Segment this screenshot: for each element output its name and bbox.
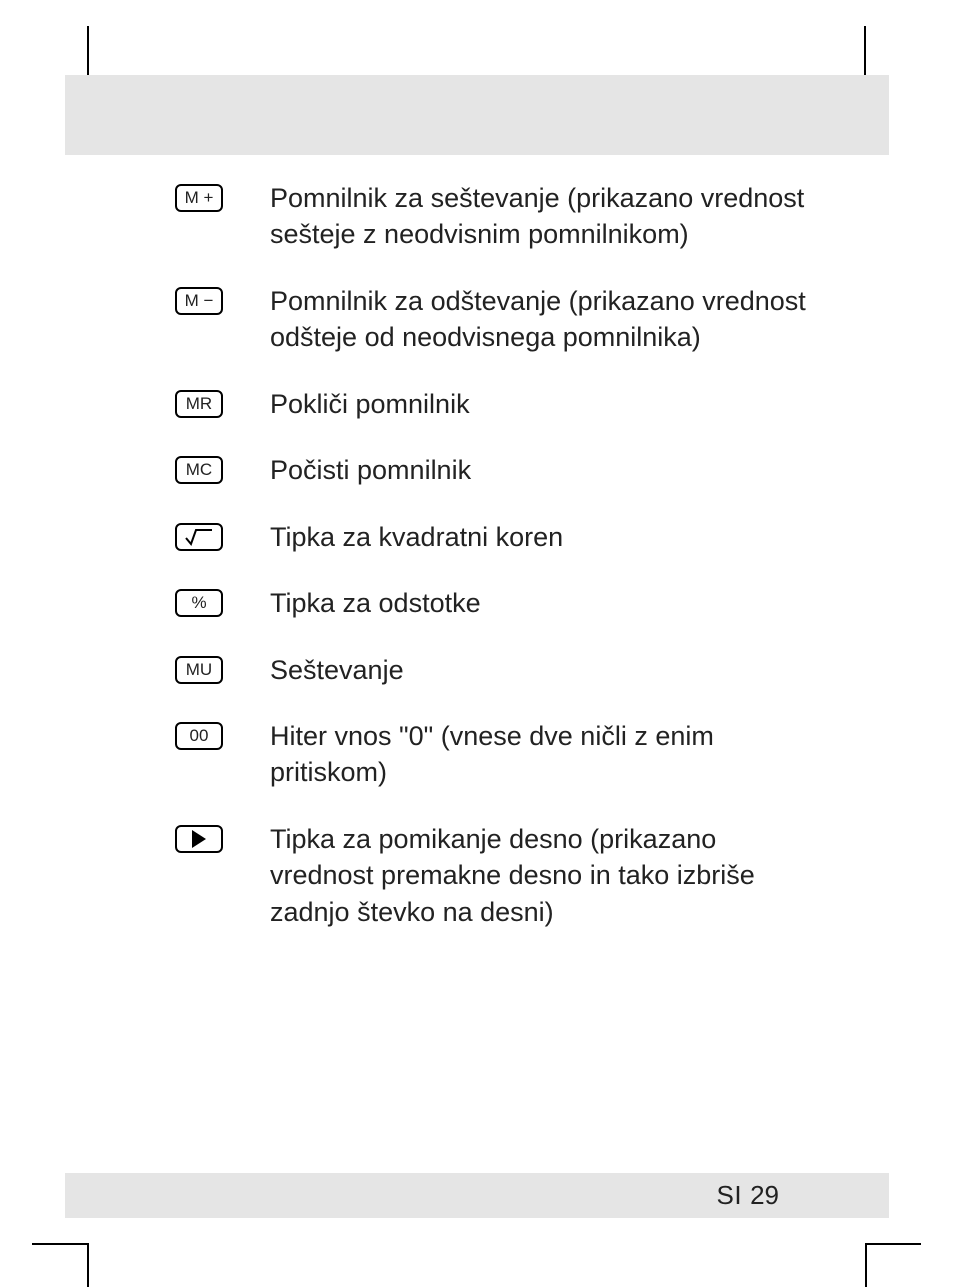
legend-description: Pokliči pomnilnik [270,386,815,422]
legend-description: Tipka za odstotke [270,585,815,621]
legend-description: Počisti pomnilnik [270,452,815,488]
crop-mark [32,1243,88,1245]
legend-description: Pomnilnik za odštevanje (prikazano vredn… [270,283,815,356]
footer-language: SI [717,1180,743,1211]
legend-description: Tipka za kvadratni koren [270,519,815,555]
legend-row: M − Pomnilnik za odštevanje (prikazano v… [175,283,815,356]
crop-mark [864,26,866,76]
header-bar [65,75,889,155]
legend-description: Hiter vnos "0" (vnese dve ničli z enim p… [270,718,815,791]
shift-right-key-icon [175,825,223,853]
legend-row: M + Pomnilnik za seštevanje (prikazano v… [175,180,815,253]
legend-row: MR Pokliči pomnilnik [175,386,815,422]
crop-mark [865,1243,921,1245]
square-root-key-icon [175,523,223,551]
mc-key-icon: MC [175,456,223,484]
percent-key-icon: % [175,589,223,617]
crop-mark [865,1243,867,1287]
legend-row: Tipka za kvadratni koren [175,519,815,555]
m-minus-key-icon: M − [175,287,223,315]
legend-description: Seštevanje [270,652,815,688]
footer-page-number: 29 [750,1180,779,1211]
legend-row: % Tipka za odstotke [175,585,815,621]
crop-mark [87,1243,89,1287]
footer-bar: SI 29 [65,1173,889,1218]
legend-description: Pomnilnik za seštevanje (prikazano vredn… [270,180,815,253]
double-zero-key-icon: 00 [175,722,223,750]
mr-key-icon: MR [175,390,223,418]
legend-row: MC Počisti pomnilnik [175,452,815,488]
m-plus-key-icon: M + [175,184,223,212]
key-legend-list: M + Pomnilnik za seštevanje (prikazano v… [175,180,815,960]
legend-row: Tipka za pomikanje desno (prikazano vred… [175,821,815,930]
legend-row: MU Seštevanje [175,652,815,688]
legend-row: 00 Hiter vnos "0" (vnese dve ničli z eni… [175,718,815,791]
crop-mark [87,26,89,76]
mu-key-icon: MU [175,656,223,684]
legend-description: Tipka za pomikanje desno (prikazano vred… [270,821,815,930]
